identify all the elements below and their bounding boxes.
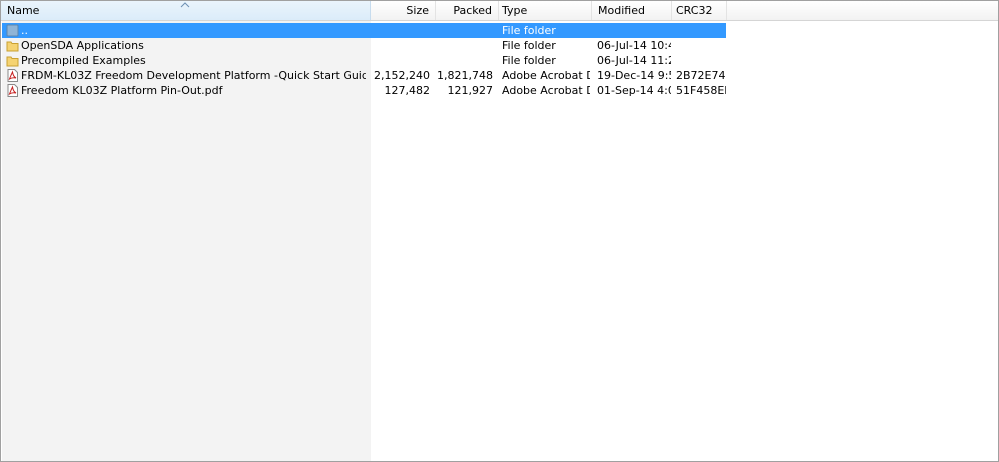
file-crc32: 51F458EB xyxy=(676,84,726,97)
file-row-parent[interactable]: .. File folder xyxy=(1,23,998,38)
pdf-file-icon xyxy=(7,84,18,97)
folder-icon xyxy=(6,41,19,52)
file-name: .. xyxy=(21,24,28,37)
pdf-file-icon xyxy=(7,69,18,82)
file-crc32 xyxy=(676,38,726,53)
column-header-crc32[interactable]: CRC32 xyxy=(672,1,727,20)
file-size: 127,482 xyxy=(384,84,431,97)
file-size xyxy=(371,23,430,38)
column-header-packed-label: Packed xyxy=(453,4,492,17)
column-header-type-label: Type xyxy=(502,4,528,17)
file-type: File folder xyxy=(502,54,556,67)
file-size xyxy=(371,53,430,68)
column-header-bar: Name Size Packed Type Modified CRC32 xyxy=(1,1,998,21)
column-header-type[interactable]: Type xyxy=(499,1,592,20)
column-header-modified[interactable]: Modified xyxy=(592,1,672,20)
file-size xyxy=(371,38,430,53)
file-name: OpenSDA Applications xyxy=(21,39,144,52)
file-modified: 06-Jul-14 11:24... xyxy=(597,54,671,67)
file-type: File folder xyxy=(502,24,556,37)
file-crc32 xyxy=(676,23,726,38)
file-type: File folder xyxy=(502,39,556,52)
file-name: Precompiled Examples xyxy=(21,54,146,67)
file-packed: 1,821,748 xyxy=(437,69,493,82)
column-header-crc32-label: CRC32 xyxy=(676,4,713,17)
sort-ascending-icon xyxy=(180,2,190,8)
folder-icon xyxy=(6,56,19,67)
file-name: FRDM-KL03Z Freedom Development Platform … xyxy=(21,69,366,82)
file-type: Adobe Acrobat Do... xyxy=(502,69,590,82)
file-row-pin-out[interactable]: Freedom KL03Z Platform Pin-Out.pdf 127,4… xyxy=(1,83,998,98)
file-packed xyxy=(436,38,493,53)
file-packed xyxy=(436,23,493,38)
column-header-name[interactable]: Name xyxy=(1,1,371,20)
file-name: Freedom KL03Z Platform Pin-Out.pdf xyxy=(21,84,223,97)
file-modified: 19-Dec-14 9:51... xyxy=(597,69,671,82)
column-header-name-label: Name xyxy=(7,4,40,17)
file-packed xyxy=(436,53,493,68)
file-crc32: 2B72E744 xyxy=(676,69,726,82)
file-modified: 06-Jul-14 10:48... xyxy=(597,39,671,52)
column-header-size-label: Size xyxy=(406,4,429,17)
file-size: 2,152,240 xyxy=(374,69,430,82)
file-modified: 01-Sep-14 4:00... xyxy=(597,84,671,97)
column-header-size[interactable]: Size xyxy=(371,1,436,20)
file-packed: 121,927 xyxy=(447,84,494,97)
column-header-modified-label: Modified xyxy=(598,4,645,17)
file-row-opensda-applications[interactable]: OpenSDA Applications File folder 06-Jul-… xyxy=(1,38,998,53)
file-row-precompiled-examples[interactable]: Precompiled Examples File folder 06-Jul-… xyxy=(1,53,998,68)
column-header-packed[interactable]: Packed xyxy=(436,1,499,20)
file-row-quick-start-guide[interactable]: FRDM-KL03Z Freedom Development Platform … xyxy=(1,68,998,83)
file-modified xyxy=(597,23,671,38)
file-type: Adobe Acrobat Do... xyxy=(502,84,590,97)
file-list-view[interactable]: Name Size Packed Type Modified CRC32 .. … xyxy=(0,0,999,462)
parent-folder-icon xyxy=(6,24,19,37)
file-crc32 xyxy=(676,53,726,68)
